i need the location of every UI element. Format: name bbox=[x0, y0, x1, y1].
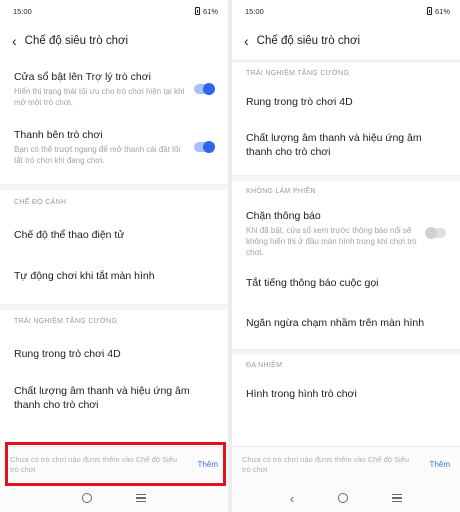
block-notifications-toggle[interactable] bbox=[425, 226, 446, 239]
section-header-enhanced: TRẢI NGHIỆM TĂNG CƯỜNG bbox=[246, 70, 350, 77]
list-item-audio-quality[interactable]: Chất lượng âm thanh và hiệu ứng âm thanh… bbox=[0, 374, 228, 422]
item-desc: Bạn có thể trượt ngang để mở thanh cài đ… bbox=[14, 145, 181, 165]
page-title: Chế độ siêu trò chơi bbox=[24, 35, 129, 47]
screen-right: 15:00 61% ‹ Chế độ siêu trò chơi TRẢI NG… bbox=[232, 0, 460, 512]
screen-left: 15:00 61% ‹ Chế độ siêu trò chơi Cửa sổ … bbox=[0, 0, 228, 512]
list-item-auto-play-screen-off[interactable]: Tự động chơi khi tắt màn hình bbox=[0, 254, 228, 298]
toggle-item-block-notifications[interactable]: Chặn thông báo Khi đã bật, cửa sổ xem tr… bbox=[232, 203, 460, 263]
no-games-text: Chưa có trò chơi nào được thêm vào Chế đ… bbox=[242, 454, 410, 474]
section-header-multitask: ĐA NHIỆM bbox=[246, 362, 283, 369]
page-title: Chế độ siêu trò chơi bbox=[256, 35, 361, 47]
list-item-audio-quality[interactable]: Chất lượng âm thanh và hiệu ứng âm thanh… bbox=[232, 119, 460, 171]
toggle-item-sidebar[interactable]: Thanh bên trò chơi Bạn có thể trượt ngan… bbox=[0, 118, 228, 176]
list-item-4d-vibration[interactable]: Rung trong trò chơi 4D bbox=[232, 85, 460, 119]
item-title: Cửa sổ bật lên Trợ lý trò chơi bbox=[14, 71, 151, 83]
item-title: Chặn thông báo bbox=[246, 209, 321, 222]
section-header-scene: CHẾ ĐỘ CẢNH bbox=[14, 199, 67, 206]
section-header-dnd: KHÔNG LÀM PHIỀN bbox=[246, 188, 316, 195]
section-header-enhanced: TRẢI NGHIỆM TĂNG CƯỜNG bbox=[14, 318, 118, 325]
toggle-item-assistant-popup[interactable]: Cửa sổ bật lên Trợ lý trò chơi Hiển thị … bbox=[0, 60, 228, 118]
list-item-picture-in-picture[interactable]: Hình trong hình trò chơi bbox=[232, 377, 460, 411]
nav-back-icon[interactable]: ‹ bbox=[290, 492, 294, 505]
navigation-bar bbox=[0, 484, 228, 512]
game-sidebar-toggle[interactable] bbox=[194, 140, 215, 153]
highlight-box bbox=[5, 442, 226, 486]
nav-menu-icon[interactable] bbox=[136, 493, 146, 503]
battery-icon bbox=[194, 7, 200, 15]
list-item-esports-mode[interactable]: Chế độ thể thao điện tử bbox=[0, 216, 228, 254]
list-item-mute-call-notifications[interactable]: Tắt tiếng thông báo cuộc gọi bbox=[232, 263, 460, 303]
nav-menu-icon[interactable] bbox=[392, 493, 403, 503]
header: ‹ Chế độ siêu trò chơi bbox=[232, 22, 460, 60]
battery-icon bbox=[426, 7, 432, 15]
chevron-left-icon[interactable]: ‹ bbox=[12, 34, 17, 48]
status-battery: 61% bbox=[434, 6, 450, 16]
chevron-left-icon[interactable]: ‹ bbox=[244, 34, 249, 48]
status-bar: 15:00 61% bbox=[0, 0, 228, 22]
no-games-bar: Chưa có trò chơi nào được thêm vào Chế đ… bbox=[232, 446, 460, 482]
status-time: 15:00 bbox=[13, 6, 32, 16]
list-item-4d-vibration[interactable]: Rung trong trò chơi 4D bbox=[0, 334, 228, 374]
status-bar: 15:00 61% bbox=[232, 0, 460, 22]
nav-home-icon[interactable] bbox=[82, 493, 92, 503]
item-desc: Khi đã bật, cửa sổ xem trước thông báo n… bbox=[246, 225, 417, 257]
status-battery: 61% bbox=[202, 6, 218, 16]
nav-home-icon[interactable] bbox=[338, 493, 349, 503]
navigation-bar: ‹ bbox=[232, 484, 460, 512]
item-title: Thanh bên trò chơi bbox=[14, 129, 103, 141]
item-desc: Hiển thị trạng thái tối ưu cho trò chơi … bbox=[14, 87, 185, 107]
list-item-prevent-accidental-touch[interactable]: Ngăn ngừa chạm nhầm trên màn hình bbox=[232, 303, 460, 343]
header: ‹ Chế độ siêu trò chơi bbox=[0, 22, 228, 60]
add-game-button[interactable]: Thêm bbox=[430, 460, 450, 469]
status-time: 15:00 bbox=[245, 6, 264, 16]
assistant-popup-toggle[interactable] bbox=[194, 82, 215, 95]
